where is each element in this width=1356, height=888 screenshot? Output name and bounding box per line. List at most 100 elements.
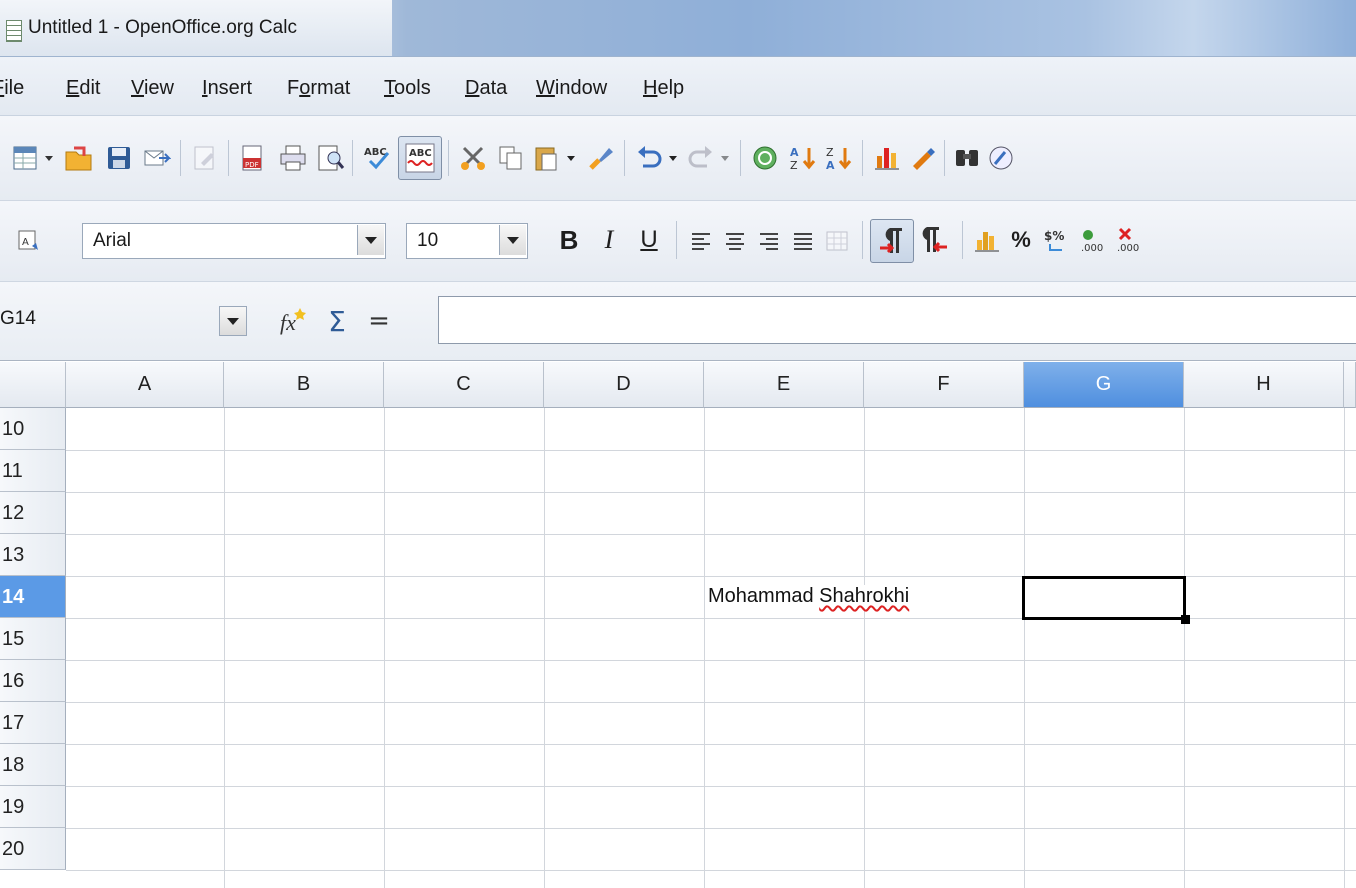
email-icon[interactable] bbox=[140, 141, 174, 175]
hyperlink-icon[interactable] bbox=[748, 141, 782, 175]
open-folder-icon[interactable] bbox=[62, 141, 96, 175]
paste-icon[interactable] bbox=[530, 141, 564, 175]
column-header-c[interactable]: C bbox=[384, 362, 544, 408]
function-button[interactable]: = bbox=[362, 304, 396, 338]
undo-icon[interactable] bbox=[632, 141, 666, 175]
row-header-16[interactable]: 16 bbox=[0, 660, 66, 702]
row-header-15[interactable]: 15 bbox=[0, 618, 66, 660]
currency-icon[interactable] bbox=[970, 223, 1004, 257]
formatting-toolbar: A Arial 10 B I U % $% .000 .000 bbox=[0, 201, 1356, 282]
justify-icon[interactable] bbox=[786, 224, 820, 258]
function-wizard-icon[interactable]: fx bbox=[276, 304, 310, 338]
row-header-18[interactable]: 18 bbox=[0, 744, 66, 786]
redo-icon[interactable] bbox=[684, 141, 718, 175]
column-header-b[interactable]: B bbox=[224, 362, 384, 408]
row-header-11[interactable]: 11 bbox=[0, 450, 66, 492]
delete-decimal-icon[interactable]: .000 bbox=[1112, 223, 1146, 257]
column-header-e[interactable]: E bbox=[704, 362, 864, 408]
undo-dropdown-arrow-icon[interactable] bbox=[664, 141, 682, 175]
font-size-dropdown-button[interactable] bbox=[499, 225, 526, 255]
menu-help[interactable]: Help bbox=[643, 77, 684, 100]
add-decimal-icon[interactable]: .000 bbox=[1076, 223, 1110, 257]
align-right-icon[interactable] bbox=[752, 224, 786, 258]
svg-text:A: A bbox=[826, 159, 835, 172]
column-header-d[interactable]: D bbox=[544, 362, 704, 408]
row-header-12[interactable]: 12 bbox=[0, 492, 66, 534]
fill-handle[interactable] bbox=[1181, 615, 1190, 624]
active-cell-cursor[interactable] bbox=[1022, 576, 1186, 620]
autospellcheck-icon[interactable]: ABC bbox=[398, 136, 442, 180]
find-icon[interactable] bbox=[950, 141, 984, 175]
styles-icon[interactable]: A bbox=[12, 224, 46, 258]
new-document-icon[interactable] bbox=[8, 141, 42, 175]
draw-functions-icon[interactable] bbox=[906, 141, 940, 175]
page-preview-icon[interactable] bbox=[314, 141, 348, 175]
save-icon[interactable] bbox=[102, 141, 136, 175]
merge-cells-icon[interactable] bbox=[820, 224, 854, 258]
chart-icon[interactable] bbox=[870, 141, 904, 175]
spellcheck-icon[interactable]: ABC bbox=[360, 141, 394, 175]
cell-e14[interactable]: Mohammad Shahrokhi bbox=[708, 585, 914, 608]
column-header-g[interactable]: G bbox=[1024, 362, 1184, 408]
column-header-a[interactable]: A bbox=[66, 362, 224, 408]
toolbar-separator bbox=[624, 140, 625, 176]
percent-button[interactable]: % bbox=[1004, 223, 1038, 257]
redo-dropdown-arrow-icon[interactable] bbox=[716, 141, 734, 175]
grid-line bbox=[1024, 408, 1025, 888]
select-all-corner[interactable] bbox=[0, 362, 66, 408]
print-icon[interactable] bbox=[276, 141, 310, 175]
row-header-14[interactable]: 14 bbox=[0, 576, 66, 618]
formula-input[interactable] bbox=[438, 296, 1356, 344]
align-center-icon[interactable] bbox=[718, 224, 752, 258]
grid-line bbox=[66, 870, 1356, 871]
navigator-icon[interactable] bbox=[984, 141, 1018, 175]
sum-button[interactable]: Σ bbox=[320, 304, 354, 338]
menu-insert[interactable]: Insert bbox=[202, 77, 252, 100]
copy-icon[interactable] bbox=[494, 141, 528, 175]
grid-line bbox=[544, 408, 545, 888]
column-header-f[interactable]: F bbox=[864, 362, 1024, 408]
column-header-h[interactable]: H bbox=[1184, 362, 1344, 408]
row-header-17[interactable]: 17 bbox=[0, 702, 66, 744]
spreadsheet-grid[interactable]: A B C D E F G H 10 11 12 13 14 15 16 17 … bbox=[0, 362, 1356, 888]
font-name-dropdown-button[interactable] bbox=[357, 225, 384, 255]
font-name-combobox[interactable]: Arial bbox=[82, 223, 386, 259]
ltr-icon[interactable] bbox=[870, 219, 914, 263]
svg-text:A: A bbox=[22, 237, 29, 248]
menu-file[interactable]: File bbox=[0, 77, 24, 100]
name-box[interactable]: G14 bbox=[0, 298, 248, 340]
row-header-19[interactable]: 19 bbox=[0, 786, 66, 828]
format-paintbrush-icon[interactable] bbox=[584, 141, 618, 175]
underline-button[interactable]: U bbox=[632, 223, 666, 257]
menu-data[interactable]: Data bbox=[465, 77, 507, 100]
grid-line bbox=[66, 450, 1356, 451]
font-size-combobox[interactable]: 10 bbox=[406, 223, 528, 259]
menu-edit[interactable]: Edit bbox=[66, 77, 100, 100]
menu-view[interactable]: View bbox=[131, 77, 174, 100]
name-box-dropdown-button[interactable] bbox=[219, 306, 247, 336]
grid-line bbox=[224, 408, 225, 888]
grid-line bbox=[384, 408, 385, 888]
rtl-icon[interactable] bbox=[918, 223, 952, 257]
row-header-13[interactable]: 13 bbox=[0, 534, 66, 576]
italic-button[interactable]: I bbox=[592, 223, 626, 257]
cut-icon[interactable] bbox=[456, 141, 490, 175]
sort-ascending-icon[interactable]: AZ bbox=[786, 141, 820, 175]
menu-window[interactable]: Window bbox=[536, 77, 607, 100]
title-bar: Untitled 1 - OpenOffice.org Calc bbox=[0, 0, 1356, 57]
paste-dropdown-arrow-icon[interactable] bbox=[562, 141, 580, 175]
chevron-down-icon bbox=[227, 317, 239, 325]
bold-button[interactable]: B bbox=[552, 223, 586, 257]
menu-format[interactable]: Format bbox=[287, 77, 350, 100]
row-header-20[interactable]: 20 bbox=[0, 828, 66, 870]
grid-line bbox=[66, 786, 1356, 787]
cell-e14-first-word: Mohammad bbox=[708, 585, 814, 607]
edit-file-icon[interactable] bbox=[188, 141, 222, 175]
new-dropdown-arrow-icon[interactable] bbox=[40, 141, 58, 175]
standard-format-icon[interactable]: $% bbox=[1040, 223, 1074, 257]
align-left-icon[interactable] bbox=[684, 224, 718, 258]
menu-tools[interactable]: Tools bbox=[384, 77, 431, 100]
export-pdf-icon[interactable]: PDF bbox=[236, 141, 270, 175]
row-header-10[interactable]: 10 bbox=[0, 408, 66, 450]
sort-descending-icon[interactable]: ZA bbox=[822, 141, 856, 175]
